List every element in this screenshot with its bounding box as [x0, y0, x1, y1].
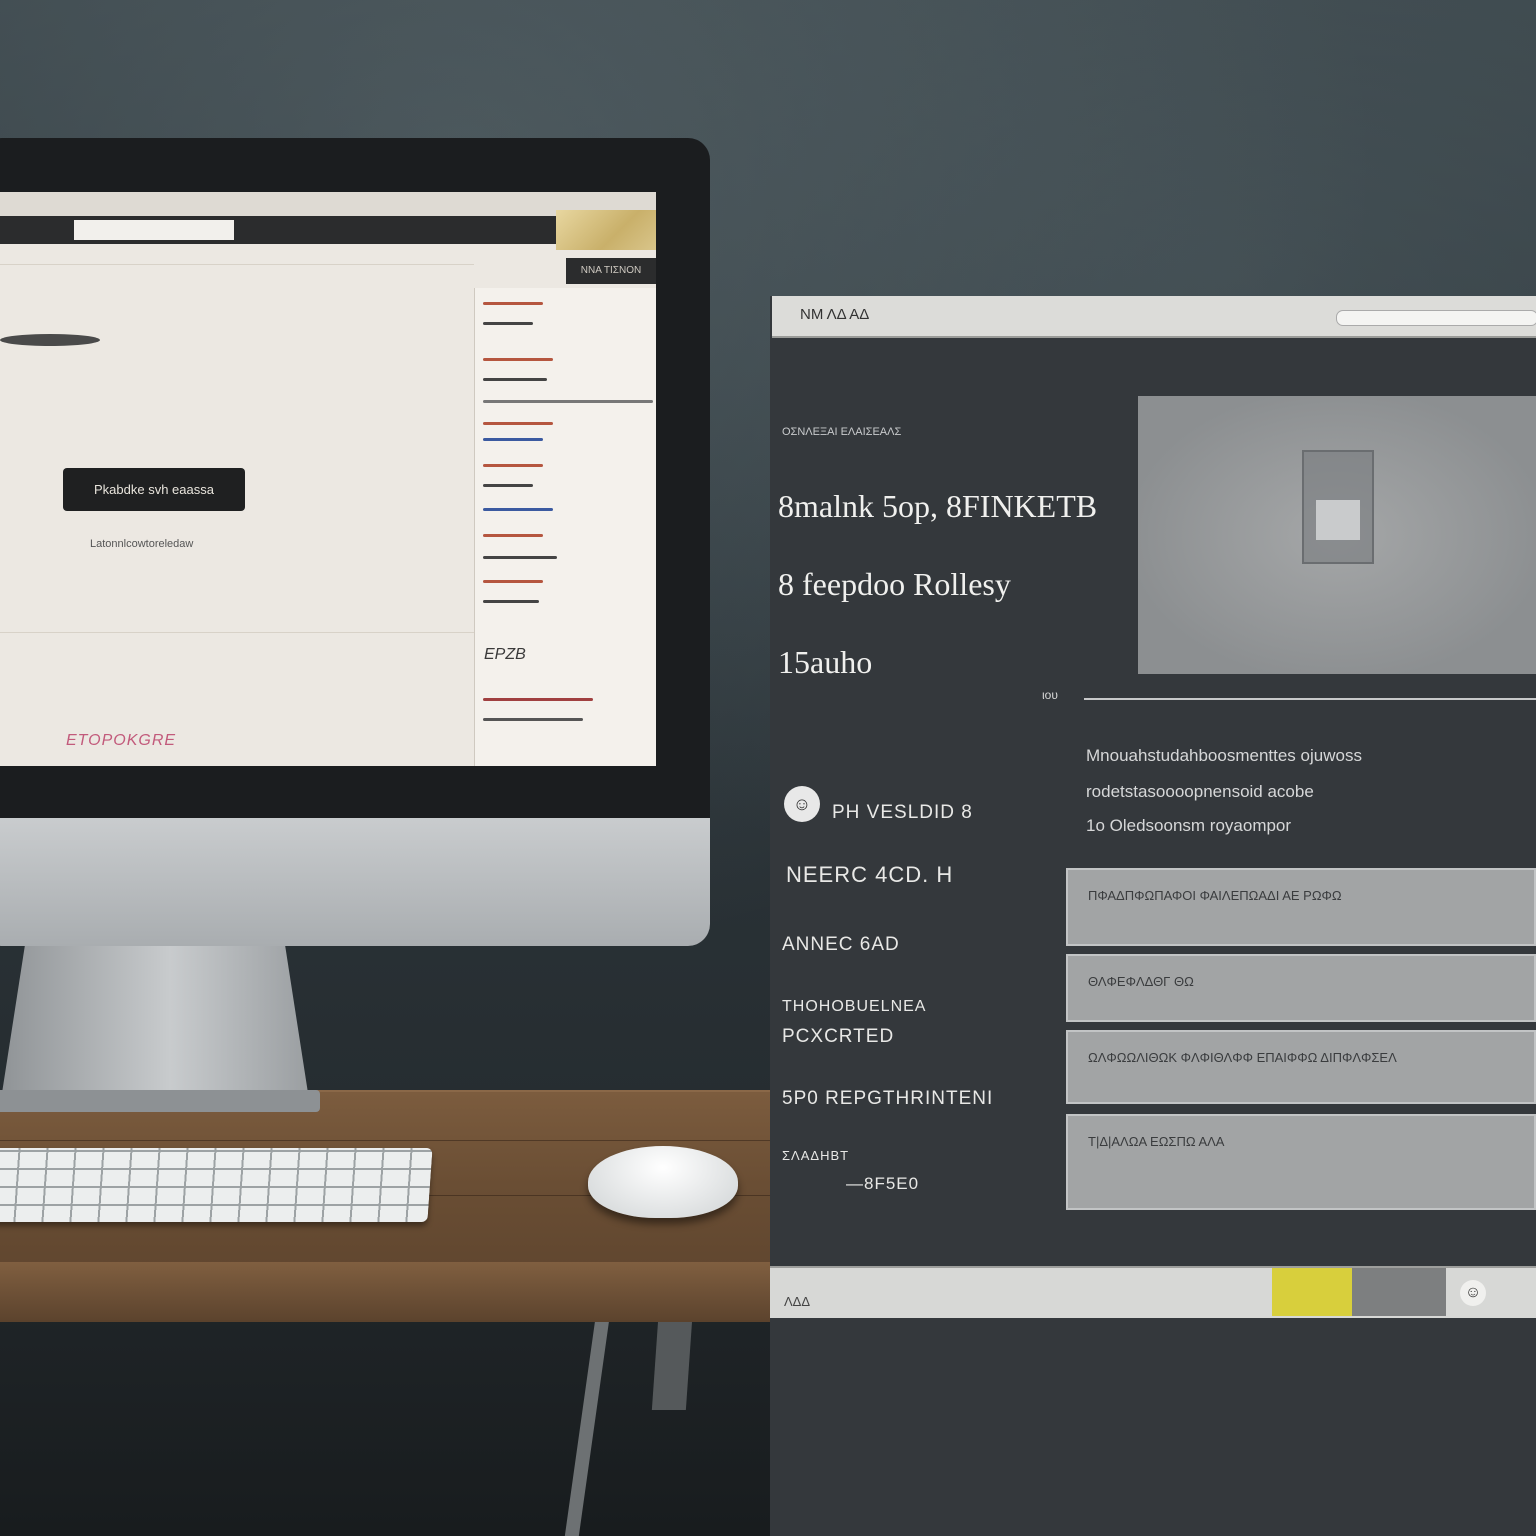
screen-divider: [0, 264, 474, 265]
screen-price: ΕΡΖΒ: [484, 646, 526, 663]
panel-field-4[interactable]: Τ|Δ|ΑΛΩΑ ΕΩΣΠΩ ΑΛΑ: [1066, 1114, 1536, 1210]
panel-rule: [1084, 698, 1536, 700]
smiley-icon[interactable]: ☺: [1460, 1280, 1486, 1306]
panel-search-input[interactable]: [1336, 310, 1536, 326]
panel-field-2[interactable]: ΘΛΦΕΦΛΔΘΓ ΘΩ: [1066, 954, 1536, 1022]
monitor-stand-base: [0, 1090, 320, 1112]
panel-bottom-text: ΛΔΔ: [784, 1294, 811, 1309]
panel-heading-3: 15auho: [778, 644, 873, 680]
smiley-icon: ☺: [784, 786, 820, 822]
product-image: [0, 334, 100, 346]
sidebar-line: [483, 378, 547, 381]
sidebar-line: [483, 718, 583, 721]
panel-field-1[interactable]: ΠΦΑΔΠΦΩΠΑΦΟΙ ΦΑΙΛΕΠΩΑΔΙ ΑΕ ΡΩΦΩ: [1066, 868, 1536, 946]
sidebar-line: [483, 464, 543, 467]
panel-heading-2: 8 feepdoo Rollesy: [778, 566, 1011, 602]
sidebar-line: [483, 358, 553, 361]
panel-label-4b: PCXCRTED: [782, 1026, 895, 1047]
panel-grey-button[interactable]: [1352, 1268, 1446, 1316]
panel-description-2: rodetstasoooopnensoid acobe: [1086, 782, 1314, 801]
sidebar-line: [483, 438, 543, 441]
keyboard: [0, 1148, 433, 1222]
panel-label-1: PH VESLDID 8: [832, 802, 973, 823]
desk-edge: [0, 1262, 780, 1320]
panel-description-3: 1o Oledsoonsm royaompor: [1086, 816, 1292, 835]
panel-label-6: ΣΛΑΔΗΒΤ: [782, 1148, 850, 1163]
sidebar-line: [483, 580, 543, 583]
panel-label-2: NEERC 4CD. H: [786, 862, 954, 887]
monitor-chin: [0, 818, 710, 946]
panel-top-bar-text: ΝΜ ΛΔ ΑΔ: [800, 306, 870, 323]
mouse: [588, 1146, 738, 1218]
sidebar-line: [483, 302, 543, 305]
screen-cta-button[interactable]: Pkabdke svh eaassa: [63, 468, 245, 511]
sidebar-line: [483, 534, 543, 537]
sidebar-line: [483, 600, 539, 603]
screen-pink-link[interactable]: ETOPOKGRE: [66, 732, 206, 750]
screen-active-tab[interactable]: [74, 220, 234, 240]
panel-label-7: —8F5E0: [846, 1174, 920, 1193]
panel-yellow-button[interactable]: [1272, 1268, 1352, 1316]
panel-field-3[interactable]: ΩΛΦΩΩΛΙΘΩΚ ΦΛΦΙΘΛΦΦ ΕΠΑΙΦΦΩ ΔΙΠΦΛΦΣΕΛ: [1066, 1030, 1536, 1104]
screen-divider: [0, 632, 474, 633]
panel-description-1: Mnouahstudahboosmenttes ojuwoss: [1086, 746, 1362, 765]
panel-image-detail: [1316, 500, 1360, 540]
monitor-stand: [0, 946, 310, 1106]
sidebar-line: [483, 484, 533, 487]
screen-corner-button[interactable]: ΝΝΑ ΤΙΣΝΟΝ: [566, 258, 656, 284]
sidebar-line: [483, 422, 553, 425]
sidebar-line: [483, 508, 553, 511]
panel-heading-1: 8malnk 5op, 8FINKETB: [778, 488, 1098, 524]
panel-small-label: ΟΣΝΛΕΞΑΙ ΕΛΑΙΣΕΑΛΣ: [782, 426, 902, 438]
sidebar-line: [483, 322, 533, 325]
screen-subtext: Latonnlcowtoreledaw: [90, 538, 194, 550]
sidebar-line: [483, 556, 557, 559]
floor-streak-secondary: [651, 1320, 693, 1410]
sidebar-line: [483, 698, 593, 701]
panel-label-5: 5P0 REPGTHRINTENI: [782, 1088, 994, 1109]
panel-label-3: ANNEC 6AD: [782, 934, 900, 955]
sidebar-line: [483, 400, 653, 403]
desk-grain: [0, 1140, 780, 1141]
screen-sidebar: [474, 288, 656, 766]
panel-label-4a: THOHOBUELNEA: [782, 998, 927, 1015]
screen-map-thumbnail[interactable]: [556, 210, 656, 250]
panel-rule-label: ιου: [1042, 688, 1058, 702]
